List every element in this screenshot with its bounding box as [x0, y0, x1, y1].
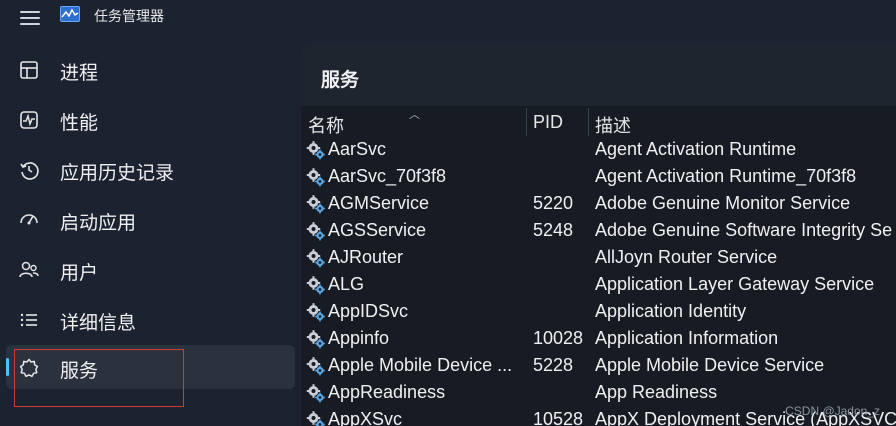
service-pid: 10528 [533, 409, 584, 426]
startup-icon [20, 214, 38, 225]
column-divider[interactable] [526, 108, 527, 136]
service-name: AppXSvc [328, 409, 403, 426]
table-row[interactable]: Appinfo 10028 Application Information [301, 325, 896, 352]
service-name: AJRouter [328, 247, 404, 267]
services-table: AarSvc Agent Activation Runtime AarSvc_70f… [301, 136, 896, 426]
service-icon [306, 383, 326, 403]
sidebar-item-label: 进程 [60, 63, 99, 84]
users-icon [19, 261, 39, 278]
sidebar-item-details[interactable]: 详细信息 [6, 297, 295, 341]
service-description: Apple Mobile Device Service [595, 355, 825, 375]
active-indicator [6, 358, 9, 376]
service-icon [306, 221, 326, 241]
title-bar: 任务管理器 [0, 0, 896, 34]
service-icon [306, 329, 326, 349]
service-pid: 5220 [533, 193, 574, 213]
sidebar-item-app-history[interactable]: 应用历史记录 [6, 147, 295, 191]
services-panel: 服务 ︿ 名称 PID 描述 AarSvc Agent Activation Ru… [301, 44, 896, 426]
column-header-name[interactable]: 名称 [308, 112, 344, 138]
service-pid: 10028 [533, 328, 584, 348]
column-header-pid[interactable]: PID [533, 112, 563, 133]
service-icon [306, 194, 326, 214]
service-name: Apple Mobile Device ... [328, 355, 513, 375]
sidebar-item-label: 用户 [60, 263, 99, 284]
processes-icon [20, 61, 38, 79]
sidebar-item-performance[interactable]: 性能 [6, 97, 295, 141]
table-row[interactable]: ALG Application Layer Gateway Service [301, 271, 896, 298]
performance-icon [20, 111, 38, 129]
watermark: CSDN @Jadon_z [785, 404, 880, 418]
service-name: Appinfo [328, 328, 390, 348]
task-manager-logo-icon [60, 6, 80, 22]
column-divider[interactable] [588, 108, 589, 136]
service-name: AarSvc_70f3f8 [328, 166, 447, 186]
sidebar-item-users[interactable]: 用户 [6, 247, 295, 291]
history-icon [20, 162, 39, 180]
sidebar-item-label: 启动应用 [60, 213, 137, 234]
service-icon [306, 167, 326, 187]
service-description: Application Information [595, 328, 779, 348]
service-name: AppIDSvc [328, 301, 409, 321]
table-header: ︿ 名称 PID 描述 [301, 106, 896, 136]
service-description: Application Layer Gateway Service [595, 274, 875, 294]
sidebar-item-label: 详细信息 [60, 313, 137, 334]
sidebar-item-label: 性能 [60, 113, 99, 134]
service-name: AGSService [328, 220, 427, 240]
service-icon [306, 248, 326, 268]
table-row[interactable]: AppReadiness App Readiness [301, 379, 896, 406]
sidebar-item-label: 应用历史记录 [60, 163, 175, 184]
service-icon [306, 275, 326, 295]
service-pid: 5228 [533, 355, 574, 375]
service-icon [306, 410, 326, 426]
annotation-highlight-box [14, 349, 184, 407]
table-row[interactable]: AppIDSvc Application Identity [301, 298, 896, 325]
service-icon [306, 302, 326, 322]
table-row[interactable]: AGMService 5220 Adobe Genuine Monitor Serv… [301, 190, 896, 217]
service-name: AGMService [328, 193, 430, 213]
service-description: Adobe Genuine Software Integrity Se [595, 220, 893, 240]
table-row[interactable]: AarSvc_70f3f8 Agent Activation Runtime_70… [301, 163, 896, 190]
service-description: Agent Activation Runtime_70f3f8 [595, 166, 857, 186]
service-description: Agent Activation Runtime [595, 139, 797, 159]
table-row[interactable]: AGSService 5248 Adobe Genuine Software Int… [301, 217, 896, 244]
service-description: Application Identity [595, 301, 747, 321]
table-row[interactable]: AJRouter AllJoyn Router Service [301, 244, 896, 271]
table-row[interactable]: AarSvc Agent Activation Runtime [301, 136, 896, 163]
app-title: 任务管理器 [94, 8, 164, 24]
service-name: ALG [328, 274, 365, 294]
service-name: AarSvc [328, 139, 387, 159]
service-icon [306, 356, 326, 376]
table-row[interactable]: Apple Mobile Device ... 5228 Apple Mobile … [301, 352, 896, 379]
hamburger-icon[interactable] [20, 11, 40, 25]
details-icon [20, 313, 37, 327]
sort-ascending-icon: ︿ [409, 109, 420, 121]
service-icon [306, 140, 326, 160]
panel-header: 服务 [301, 44, 896, 106]
column-header-description[interactable]: 描述 [595, 112, 631, 138]
service-name: AppReadiness [328, 382, 446, 402]
service-description: Adobe Genuine Monitor Service [595, 193, 851, 213]
service-description: AllJoyn Router Service [595, 247, 778, 267]
page-title: 服务 [321, 70, 360, 91]
sidebar-item-startup-apps[interactable]: 启动应用 [6, 197, 295, 241]
service-description: App Readiness [595, 382, 718, 402]
sidebar-item-processes[interactable]: 进程 [6, 47, 295, 91]
service-pid: 5248 [533, 220, 574, 240]
